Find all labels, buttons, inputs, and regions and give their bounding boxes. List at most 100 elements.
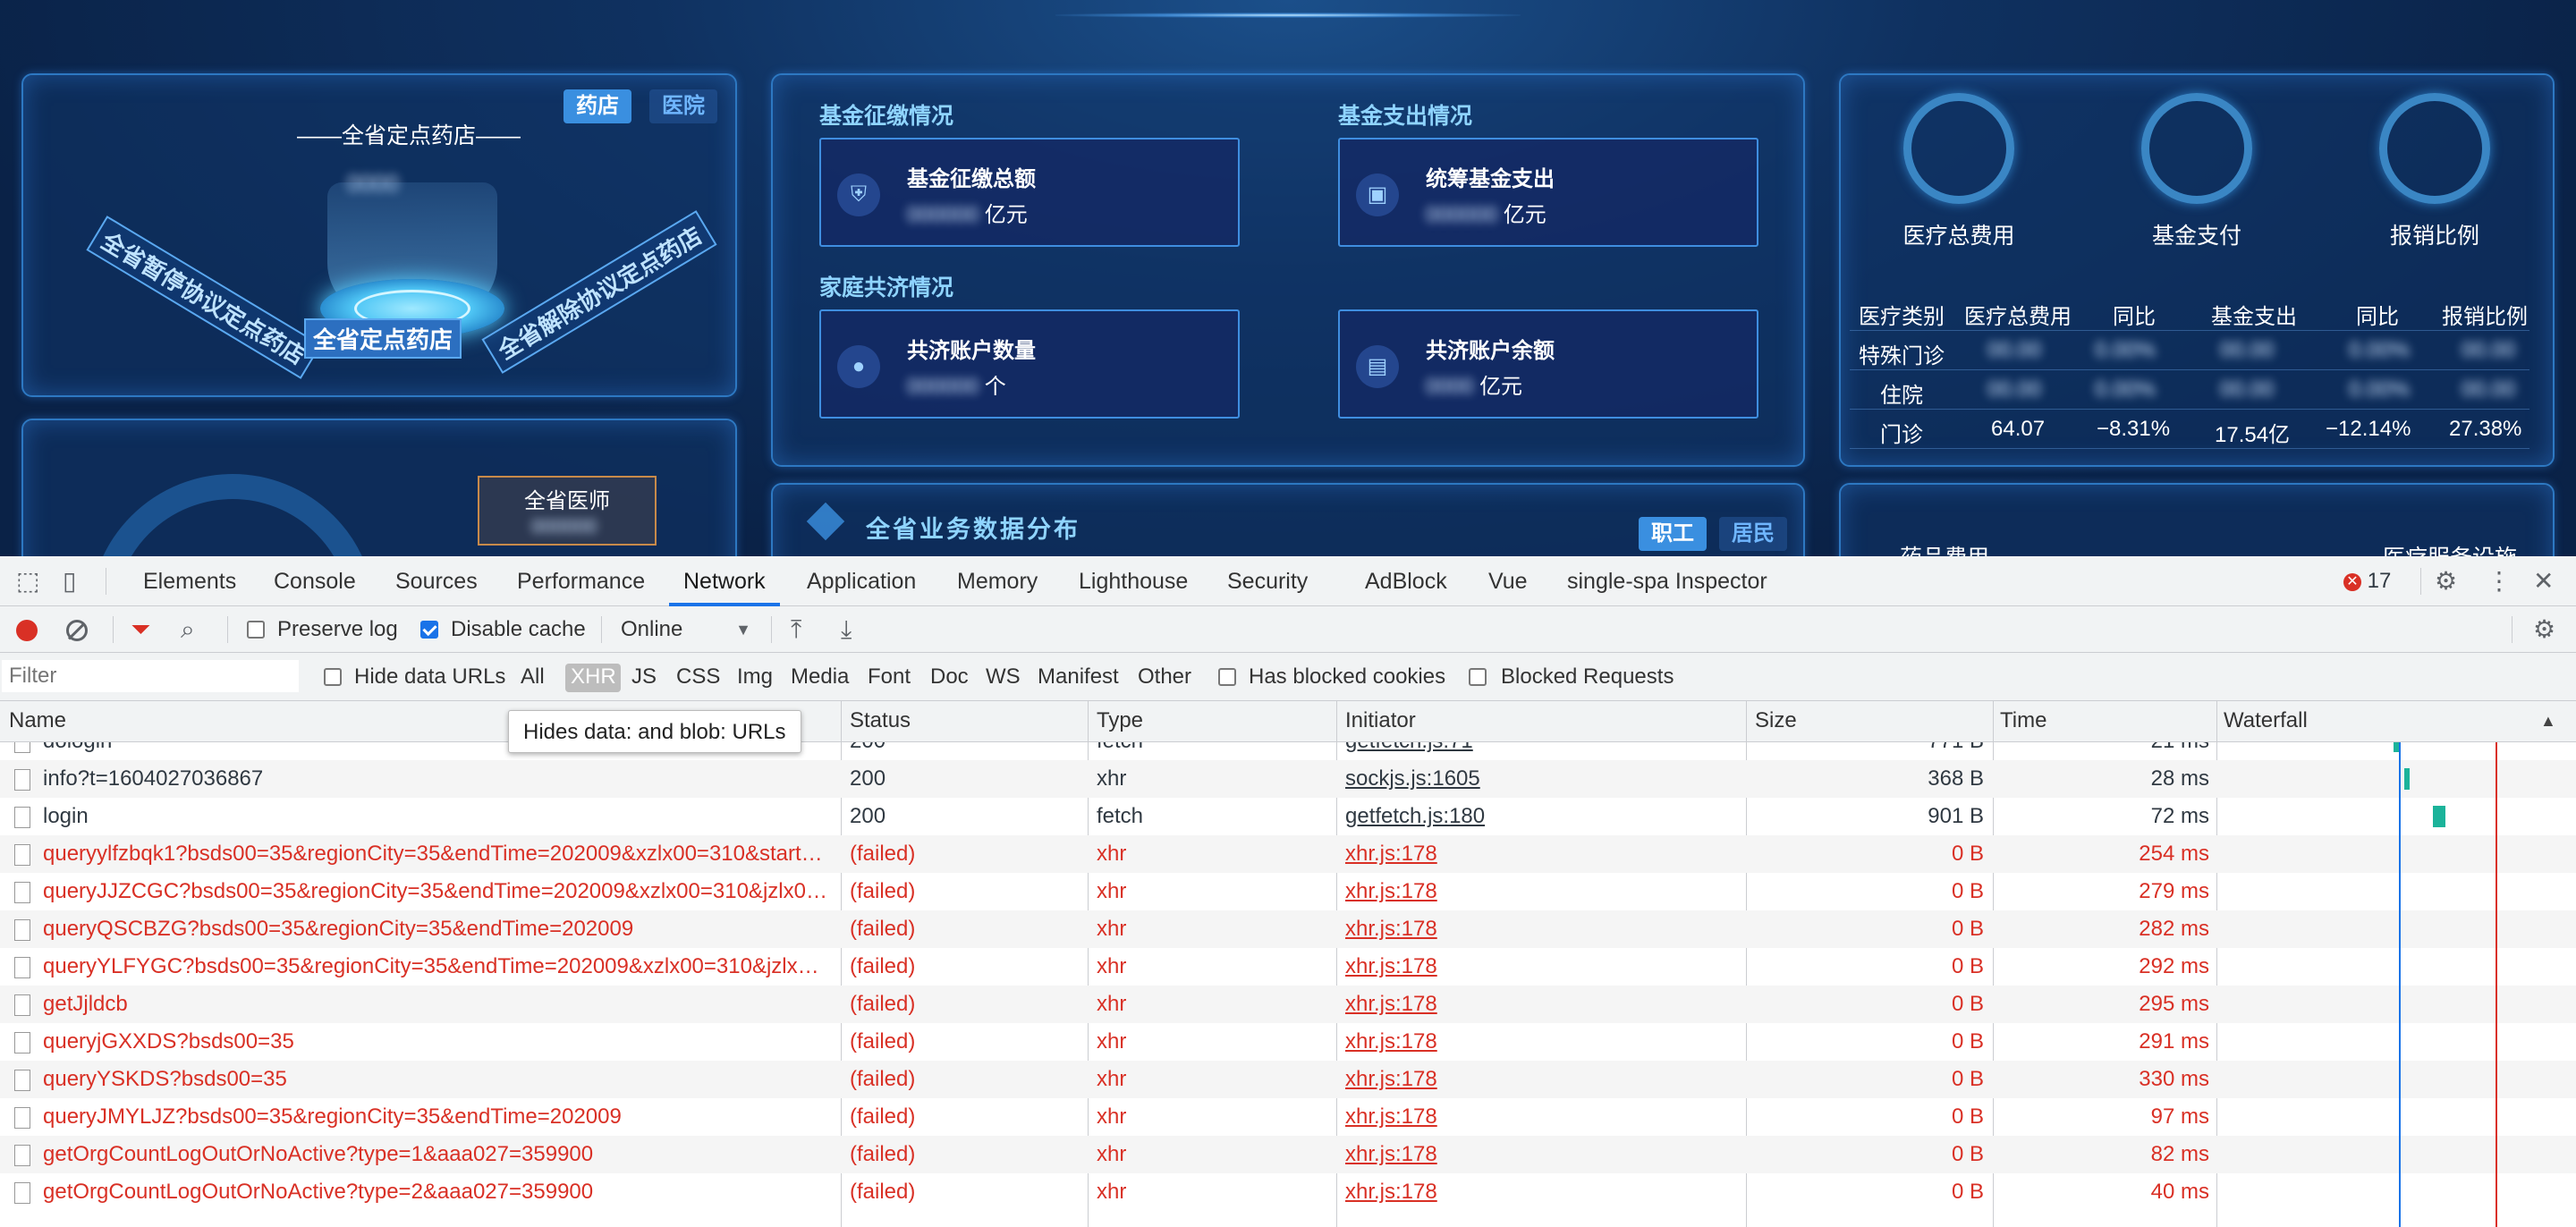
tab-worker[interactable]: 职工: [1639, 517, 1707, 551]
preserve-log-checkbox[interactable]: [247, 621, 265, 639]
type-filter-css[interactable]: CSS: [676, 664, 720, 690]
cell-time: 21 ms: [2000, 742, 2209, 754]
cell-initiator[interactable]: xhr.js:178: [1345, 1067, 1739, 1092]
tab-memory[interactable]: Memory: [957, 569, 1038, 595]
tab-elements[interactable]: Elements: [143, 569, 236, 595]
cell-yoy1: −8.31%: [2097, 417, 2171, 441]
table-row[interactable]: dologin200fetchgetfetch.js:71771 B21 ms: [0, 742, 2576, 760]
throttle-select[interactable]: Online ▼: [621, 617, 751, 644]
table-row[interactable]: info?t=1604027036867 200 xhr sockjs.js:1605…: [0, 760, 2576, 798]
cell-initiator[interactable]: getfetch.js:71: [1345, 742, 1739, 754]
table-row[interactable]: queryjGXXDS?bsds00=35 (failed) xhr xhr.js:1…: [0, 1023, 2576, 1061]
type-filter-js[interactable]: JS: [631, 664, 657, 690]
table-row[interactable]: getOrgCountLogOutOrNoActive?type=1&aaa02…: [0, 1136, 2576, 1173]
table-row[interactable]: login 200 fetch getfetch.js:180 901 B 72 ms: [0, 798, 2576, 835]
medical-table: 医疗类别 医疗总费用 同比 基金支出 同比 报销比例 特殊门诊 00.00 0.…: [1850, 292, 2529, 449]
record-button-icon[interactable]: [16, 620, 38, 641]
cell-initiator[interactable]: xhr.js:178: [1345, 954, 1739, 979]
filter-funnel-icon[interactable]: ⏷: [131, 617, 150, 642]
tab-application[interactable]: Application: [807, 569, 916, 595]
table-row[interactable]: queryylfzbqk1?bsds00=35&regionCity=35&en…: [0, 835, 2576, 873]
cell-initiator[interactable]: sockjs.js:1605: [1345, 766, 1739, 791]
tab-lighthouse[interactable]: Lighthouse: [1079, 569, 1188, 595]
export-har-icon[interactable]: ⤓: [841, 617, 852, 642]
card-title: 统筹基金支出: [1426, 167, 1555, 191]
col-type[interactable]: Type: [1097, 708, 1143, 733]
waterfall-load-line: [2496, 742, 2497, 1227]
blocked-requests-checkbox[interactable]: [1469, 668, 1487, 686]
wallet-icon: ▣: [1356, 173, 1399, 216]
tab-adblock[interactable]: AdBlock: [1365, 569, 1447, 595]
type-filter-ws[interactable]: WS: [986, 664, 1021, 690]
device-toolbar-icon[interactable]: ▯: [63, 569, 76, 594]
family-card-count[interactable]: ● 共济账户数量 000000 个: [819, 309, 1240, 419]
col-status[interactable]: Status: [850, 708, 911, 733]
tab-single-spa[interactable]: single-spa Inspector: [1567, 569, 1767, 595]
cell-initiator[interactable]: xhr.js:178: [1345, 879, 1739, 904]
cell-name: queryYLFYGC?bsds00=35&regionCity=35&endT…: [43, 954, 830, 978]
search-icon[interactable]: ⌕: [181, 617, 195, 642]
has-blocked-cookies-checkbox[interactable]: [1218, 668, 1236, 686]
table-row[interactable]: getOrgCountLogOutOrNoActive?type=2&aaa02…: [0, 1173, 2576, 1211]
type-filter-other[interactable]: Other: [1138, 664, 1191, 690]
tab-resident[interactable]: 居民: [1719, 517, 1787, 551]
label-center-pharmacy[interactable]: 全省定点药店: [304, 318, 462, 359]
type-filter-xhr[interactable]: XHR: [571, 664, 616, 690]
label-paused-pharmacy[interactable]: 全省暂停协议定点药店: [86, 216, 322, 379]
table-row[interactable]: queryJMYLJZ?bsds00=35&regionCity=35&endT…: [0, 1098, 2576, 1136]
clear-icon[interactable]: [66, 620, 88, 641]
cell-initiator[interactable]: xhr.js:178: [1345, 1104, 1739, 1130]
fund-card-collect[interactable]: ⛨ 基金征缴总额 000000 亿元: [819, 138, 1240, 247]
tab-console[interactable]: Console: [274, 569, 356, 595]
tab-sources[interactable]: Sources: [395, 569, 478, 595]
inspect-element-icon[interactable]: ⬚: [16, 569, 39, 594]
col-size[interactable]: Size: [1755, 708, 1797, 733]
cell-initiator[interactable]: xhr.js:178: [1345, 1142, 1739, 1167]
cell-initiator[interactable]: xhr.js:178: [1345, 1029, 1739, 1054]
import-har-icon[interactable]: ⤒: [791, 617, 801, 642]
tab-performance[interactable]: Performance: [517, 569, 645, 595]
tab-hospital[interactable]: 医院: [649, 89, 717, 123]
cell-initiator[interactable]: xhr.js:178: [1345, 842, 1739, 867]
tab-vue[interactable]: Vue: [1488, 569, 1528, 595]
label-cancelled-pharmacy[interactable]: 全省解除协议定点药店: [481, 210, 717, 374]
type-filter-all[interactable]: All: [521, 664, 545, 690]
disable-cache-checkbox[interactable]: [420, 621, 438, 639]
cell-initiator[interactable]: xhr.js:178: [1345, 917, 1739, 942]
type-filter-media[interactable]: Media: [791, 664, 849, 690]
th-fund: 基金支出: [2211, 305, 2297, 329]
close-devtools-icon[interactable]: ✕: [2533, 569, 2554, 594]
table-row[interactable]: queryYSKDS?bsds00=35 (failed) xhr xhr.js:17…: [0, 1061, 2576, 1098]
tab-pharmacy[interactable]: 药店: [564, 89, 631, 123]
table-row[interactable]: queryYLFYGC?bsds00=35&regionCity=35&endT…: [0, 948, 2576, 986]
type-filter-img[interactable]: Img: [737, 664, 773, 690]
sort-ascending-icon[interactable]: ▲: [2540, 712, 2556, 731]
table-row[interactable]: queryQSCBZG?bsds00=35&regionCity=35&endT…: [0, 910, 2576, 948]
table-row[interactable]: getJjldcb (failed) xhr xhr.js:178 0 B 295 ms: [0, 986, 2576, 1023]
hide-data-urls-checkbox[interactable]: [324, 668, 342, 686]
network-settings-icon[interactable]: ⚙: [2533, 617, 2555, 642]
type-filter-font[interactable]: Font: [868, 664, 911, 690]
cell-name: queryJJZCGC?bsds00=35&regionCity=35&endT…: [43, 879, 827, 903]
col-name[interactable]: Name: [9, 708, 66, 733]
fund-card-spend[interactable]: ▣ 统筹基金支出 000000 亿元: [1338, 138, 1758, 247]
cell-yoy2: −12.14%: [2326, 417, 2411, 441]
table-row[interactable]: queryJJZCGC?bsds00=35&regionCity=35&endT…: [0, 873, 2576, 910]
col-time[interactable]: Time: [2000, 708, 2046, 733]
type-filter-doc[interactable]: Doc: [930, 664, 969, 690]
filter-input[interactable]: [2, 660, 299, 692]
cell-initiator[interactable]: xhr.js:178: [1345, 1180, 1739, 1205]
col-waterfall[interactable]: Waterfall: [2224, 708, 2308, 733]
cell-initiator[interactable]: getfetch.js:180: [1345, 804, 1739, 829]
col-initiator[interactable]: Initiator: [1345, 708, 1416, 733]
family-card-balance[interactable]: ▤ 共济账户余额 0000 亿元: [1338, 309, 1758, 419]
tab-network[interactable]: Network: [683, 569, 766, 595]
tab-security[interactable]: Security: [1227, 569, 1308, 595]
settings-gear-icon[interactable]: ⚙: [2435, 569, 2457, 594]
more-menu-icon[interactable]: ⋮: [2487, 569, 2512, 594]
circle-label-ratio: 报销比例: [2389, 224, 2479, 249]
cell-name: getOrgCountLogOutOrNoActive?type=2&aaa02…: [43, 1180, 594, 1204]
error-badge[interactable]: ✕ 17: [2343, 569, 2391, 594]
cell-initiator[interactable]: xhr.js:178: [1345, 992, 1739, 1017]
type-filter-manifest[interactable]: Manifest: [1038, 664, 1119, 690]
